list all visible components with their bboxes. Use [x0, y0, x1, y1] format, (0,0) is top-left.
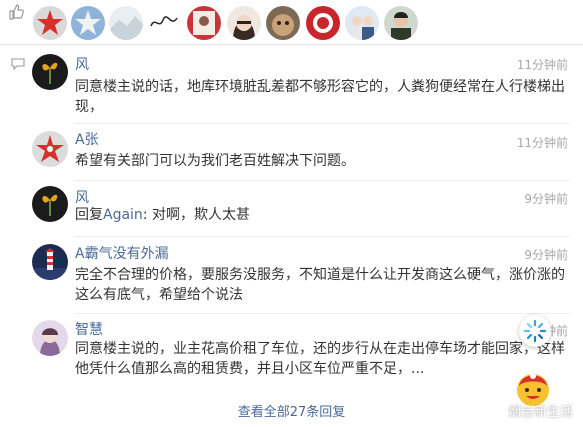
comment-icon	[11, 58, 25, 70]
spinner-icon	[523, 319, 547, 343]
comment-avatar[interactable]	[32, 244, 68, 280]
comment-avatar[interactable]	[32, 320, 68, 356]
comment-author[interactable]: A张	[75, 132, 99, 148]
liker-avatar[interactable]	[306, 6, 340, 40]
liker-avatar[interactable]	[33, 6, 67, 40]
likes-row	[0, 0, 583, 44]
comment-time: 9分钟前	[524, 248, 568, 262]
reply-body: : 对啊，欺人太甚	[142, 207, 250, 223]
liker-avatar[interactable]	[266, 6, 300, 40]
divider	[75, 236, 570, 237]
comment-text: 回复Again: 对啊，欺人太甚	[75, 205, 568, 225]
divider	[75, 313, 570, 314]
liker-avatar[interactable]	[384, 6, 418, 40]
liker-avatar[interactable]	[109, 6, 143, 40]
like-icon	[9, 4, 24, 20]
liker-avatar[interactable]	[345, 6, 379, 40]
liker-avatar[interactable]	[187, 6, 221, 40]
comment-avatar[interactable]	[32, 54, 68, 90]
comment-text: 同意楼主说的，业主花高价租了车位，还的步行从在走出停车场才能回家，这样他凭什么值…	[75, 341, 565, 377]
comment-author[interactable]: 风	[75, 190, 89, 206]
watermark: 烟台新生活	[487, 401, 573, 420]
comment-text: 完全不合理的价格，要服务没服务，不知道是什么让开发商这么硬气，涨价涨的这么有底气…	[75, 267, 565, 303]
watermark-text: 烟台新生活	[507, 405, 573, 420]
comment-author[interactable]: 智慧	[75, 322, 103, 338]
reply-prefix: 回复	[75, 207, 103, 223]
reply-target-link[interactable]: Again	[103, 207, 143, 223]
comment-time: 9分钟前	[524, 192, 568, 206]
liker-avatar[interactable]	[71, 6, 105, 40]
comment-time: 11分钟前	[516, 58, 568, 72]
comment-time: 11分钟前	[516, 136, 568, 150]
floating-loading-button[interactable]	[519, 315, 551, 347]
comment-author[interactable]: A霸气没有外漏	[75, 246, 169, 262]
comment-author[interactable]: 风	[75, 57, 89, 73]
weibo-logo-icon	[487, 405, 505, 417]
liker-avatar[interactable]	[227, 6, 261, 40]
divider	[75, 123, 570, 124]
divider	[0, 44, 583, 45]
comment-avatar[interactable]	[32, 131, 68, 167]
liker-avatar[interactable]	[147, 6, 181, 40]
comment-text: 希望有关部门可以为我们老百姓解决下问题。	[75, 153, 355, 169]
comment-avatar[interactable]	[32, 186, 68, 222]
divider	[75, 180, 570, 181]
comment-text: 同意楼主说的话，地库环境脏乱差都不够形容它的，人粪狗便经常在人行楼梯出现，	[75, 79, 565, 115]
